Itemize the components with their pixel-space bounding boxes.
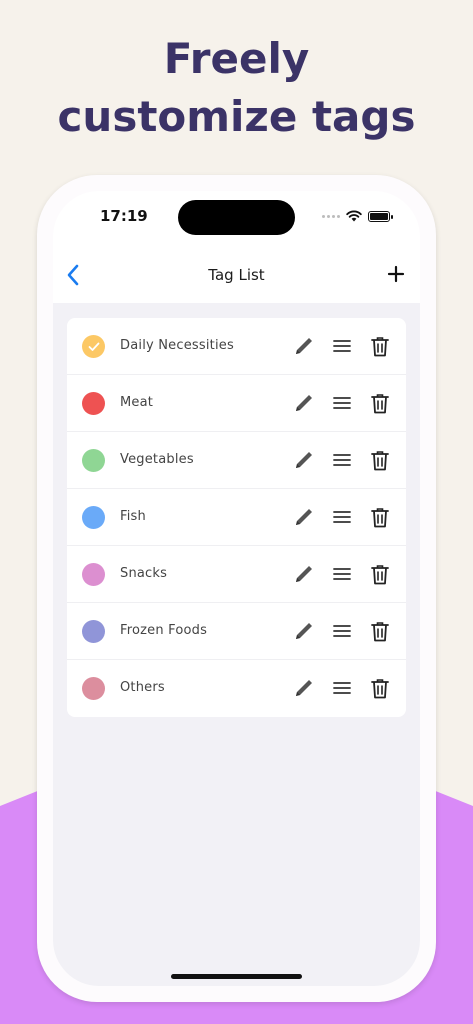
tag-label: Daily Necessities (120, 338, 234, 353)
delete-tag-button[interactable] (368, 334, 392, 358)
reorder-handle[interactable] (330, 391, 354, 415)
pencil-icon (296, 395, 312, 411)
tag-label: Others (120, 680, 165, 695)
delete-tag-button[interactable] (368, 391, 392, 415)
tag-color-dot[interactable] (82, 620, 105, 643)
headline: Freely customize tags (0, 30, 473, 146)
pencil-icon (296, 566, 312, 582)
drag-handle-icon (333, 397, 351, 409)
delete-tag-button[interactable] (368, 676, 392, 700)
tag-row[interactable]: Snacks (67, 546, 406, 603)
drag-handle-icon (333, 682, 351, 694)
dynamic-island (178, 200, 295, 235)
tag-label: Frozen Foods (120, 623, 208, 638)
reorder-handle[interactable] (330, 448, 354, 472)
reorder-handle[interactable] (330, 676, 354, 700)
navigation-bar: Tag List (53, 249, 420, 303)
battery-icon (368, 210, 393, 222)
tag-color-dot-selected[interactable] (82, 335, 105, 358)
tag-row[interactable]: Vegetables (67, 432, 406, 489)
tag-color-dot[interactable] (82, 677, 105, 700)
edit-tag-button[interactable] (292, 676, 316, 700)
drag-handle-icon (333, 511, 351, 523)
trash-icon (371, 450, 389, 470)
tag-list: Daily Necessities Meat Vegetables Fish Snack… (67, 318, 406, 717)
pencil-icon (296, 680, 312, 696)
phone-screen: 17:19 Tag List Daily Necessities Meat Ve… (53, 191, 420, 986)
page-title: Tag List (208, 266, 265, 284)
drag-handle-icon (333, 454, 351, 466)
tag-row[interactable]: Others (67, 660, 406, 717)
trash-icon (371, 621, 389, 641)
tag-label: Meat (120, 395, 154, 410)
drag-handle-icon (333, 568, 351, 580)
edit-tag-button[interactable] (292, 562, 316, 586)
reorder-handle[interactable] (330, 619, 354, 643)
wifi-icon (346, 210, 362, 222)
tag-label: Snacks (120, 566, 168, 581)
tag-color-dot[interactable] (82, 449, 105, 472)
tag-label: Fish (120, 509, 146, 524)
pencil-icon (296, 452, 312, 468)
home-indicator (171, 974, 302, 979)
reorder-handle[interactable] (330, 334, 354, 358)
tag-row[interactable]: Frozen Foods (67, 603, 406, 660)
headline-line-2: customize tags (57, 92, 416, 141)
plus-icon (387, 265, 405, 283)
trash-icon (371, 393, 389, 413)
tag-color-dot[interactable] (82, 506, 105, 529)
signal-dots-icon (322, 214, 340, 218)
edit-tag-button[interactable] (292, 448, 316, 472)
edit-tag-button[interactable] (292, 391, 316, 415)
reorder-handle[interactable] (330, 505, 354, 529)
pencil-icon (296, 623, 312, 639)
trash-icon (371, 564, 389, 584)
tag-list-area: Daily Necessities Meat Vegetables Fish Snack… (53, 303, 420, 986)
delete-tag-button[interactable] (368, 619, 392, 643)
add-tag-button[interactable] (382, 260, 410, 288)
checkmark-icon (88, 342, 99, 351)
phone-frame: 17:19 Tag List Daily Necessities Meat Ve… (37, 175, 436, 1002)
edit-tag-button[interactable] (292, 619, 316, 643)
trash-icon (371, 507, 389, 527)
tag-row[interactable]: Fish (67, 489, 406, 546)
status-time: 17:19 (100, 207, 148, 225)
delete-tag-button[interactable] (368, 562, 392, 586)
tag-color-dot[interactable] (82, 392, 105, 415)
edit-tag-button[interactable] (292, 505, 316, 529)
tag-row[interactable]: Meat (67, 375, 406, 432)
reorder-handle[interactable] (330, 562, 354, 586)
edit-tag-button[interactable] (292, 334, 316, 358)
tag-label: Vegetables (120, 452, 194, 467)
status-icons (322, 210, 393, 222)
trash-icon (371, 336, 389, 356)
delete-tag-button[interactable] (368, 505, 392, 529)
trash-icon (371, 678, 389, 698)
tag-color-dot[interactable] (82, 563, 105, 586)
pencil-icon (296, 338, 312, 354)
pencil-icon (296, 509, 312, 525)
drag-handle-icon (333, 340, 351, 352)
delete-tag-button[interactable] (368, 448, 392, 472)
headline-line-1: Freely (163, 34, 310, 83)
drag-handle-icon (333, 625, 351, 637)
tag-row[interactable]: Daily Necessities (67, 318, 406, 375)
